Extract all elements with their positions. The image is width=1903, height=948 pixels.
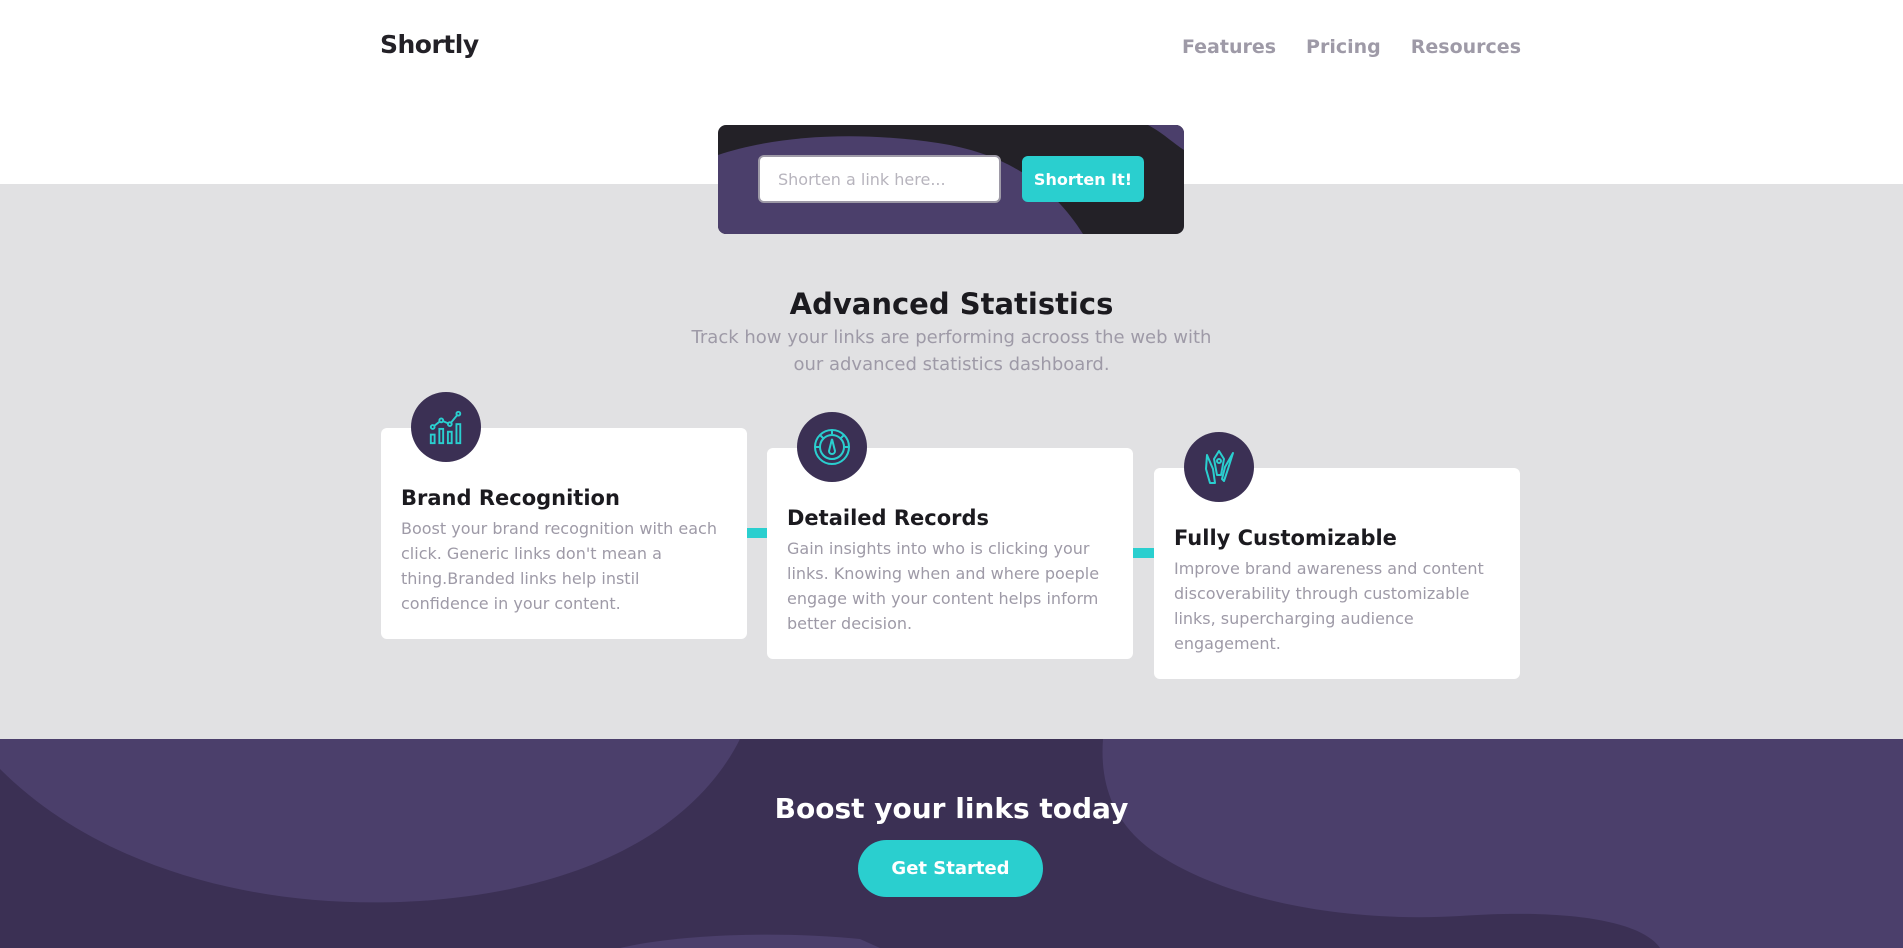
feature-card-detailed-records: Detailed Records Gain insights into who …	[767, 412, 1133, 659]
logo[interactable]: Shortly	[380, 30, 479, 59]
nav-resources[interactable]: Resources	[1411, 36, 1521, 58]
main-nav: Features Pricing Resources	[1182, 36, 1521, 58]
nav-pricing[interactable]: Pricing	[1306, 36, 1381, 58]
card-description: Boost your brand recognition with each c…	[401, 519, 717, 613]
card-description: Gain insights into who is clicking your …	[787, 539, 1100, 633]
shorten-form: Shorten It!	[718, 125, 1184, 234]
card-description: Improve brand awareness and content disc…	[1174, 559, 1484, 653]
card-connector	[746, 528, 768, 538]
nav-features[interactable]: Features	[1182, 36, 1276, 58]
statistics-section: Advanced Statistics Track how your links…	[0, 184, 1903, 739]
bar-chart-icon	[411, 392, 481, 462]
card-connector	[1133, 548, 1155, 558]
gauge-icon	[797, 412, 867, 482]
boost-section: Boost your links today Get Started	[0, 739, 1903, 948]
feature-card-brand-recognition: Brand Recognition Boost your brand recog…	[381, 392, 747, 639]
card-title: Fully Customizable	[1174, 526, 1397, 550]
pen-brush-icon	[1184, 432, 1254, 502]
stats-title: Advanced Statistics	[789, 287, 1114, 321]
stats-subtitle: Track how your links are performing acro…	[691, 327, 1212, 375]
card-title: Detailed Records	[787, 506, 990, 530]
feature-card-fully-customizable: Fully Customizable Improve brand awarene…	[1154, 432, 1520, 679]
boost-title: Boost your links today	[774, 792, 1129, 825]
card-title: Brand Recognition	[401, 486, 620, 510]
shorten-button[interactable]: Shorten It!	[1022, 156, 1144, 202]
shorten-input[interactable]	[758, 155, 1001, 203]
get-started-button[interactable]: Get Started	[858, 840, 1043, 897]
